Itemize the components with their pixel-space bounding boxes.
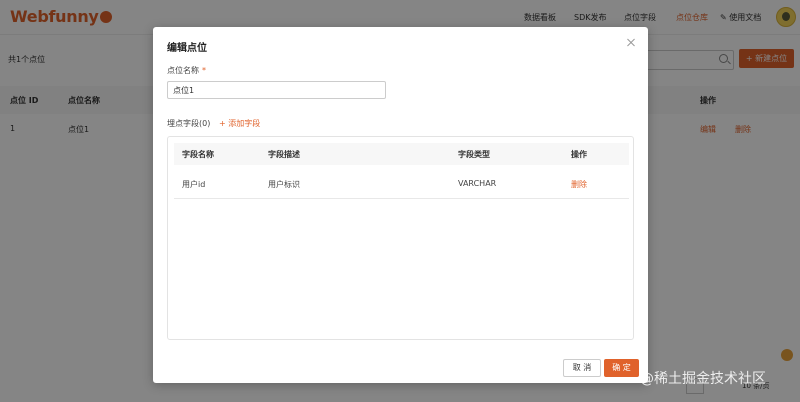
required-mark: * [202, 66, 206, 75]
fields-table-header [174, 143, 629, 165]
add-field-link[interactable]: + 添加字段 [219, 118, 260, 129]
close-icon[interactable] [626, 37, 636, 47]
fields-header-type: 字段类型 [458, 150, 490, 159]
tracking-fields-label: 埋点字段(0) [167, 119, 211, 128]
field-cell-name: 用户id [182, 180, 206, 189]
fields-header-actions: 操作 [571, 150, 587, 159]
cancel-button[interactable]: 取 消 [563, 359, 601, 377]
fields-header-name: 字段名称 [182, 150, 214, 159]
edit-point-dialog: 编辑点位 点位名称* 埋点字段(0) + 添加字段 字段名称 字段描述 字段类型… [153, 27, 648, 383]
point-name-label: 点位名称 * [167, 65, 206, 76]
field-cell-type: VARCHAR [458, 179, 497, 188]
field-cell-description: 用户标识 [268, 180, 300, 189]
point-name-input[interactable] [167, 81, 386, 99]
fields-table: 字段名称 字段描述 字段类型 操作 用户id 用户标识 VARCHAR 删除 [167, 136, 634, 340]
fields-header-description: 字段描述 [268, 150, 300, 159]
field-delete-link[interactable]: 删除 [571, 179, 587, 190]
dialog-title: 编辑点位 [167, 43, 207, 54]
point-name-label-text: 点位名称 [167, 66, 199, 75]
row-divider [174, 198, 629, 199]
watermark: @稀土掘金技术社区 [640, 371, 766, 387]
confirm-button[interactable]: 确 定 [604, 359, 639, 377]
